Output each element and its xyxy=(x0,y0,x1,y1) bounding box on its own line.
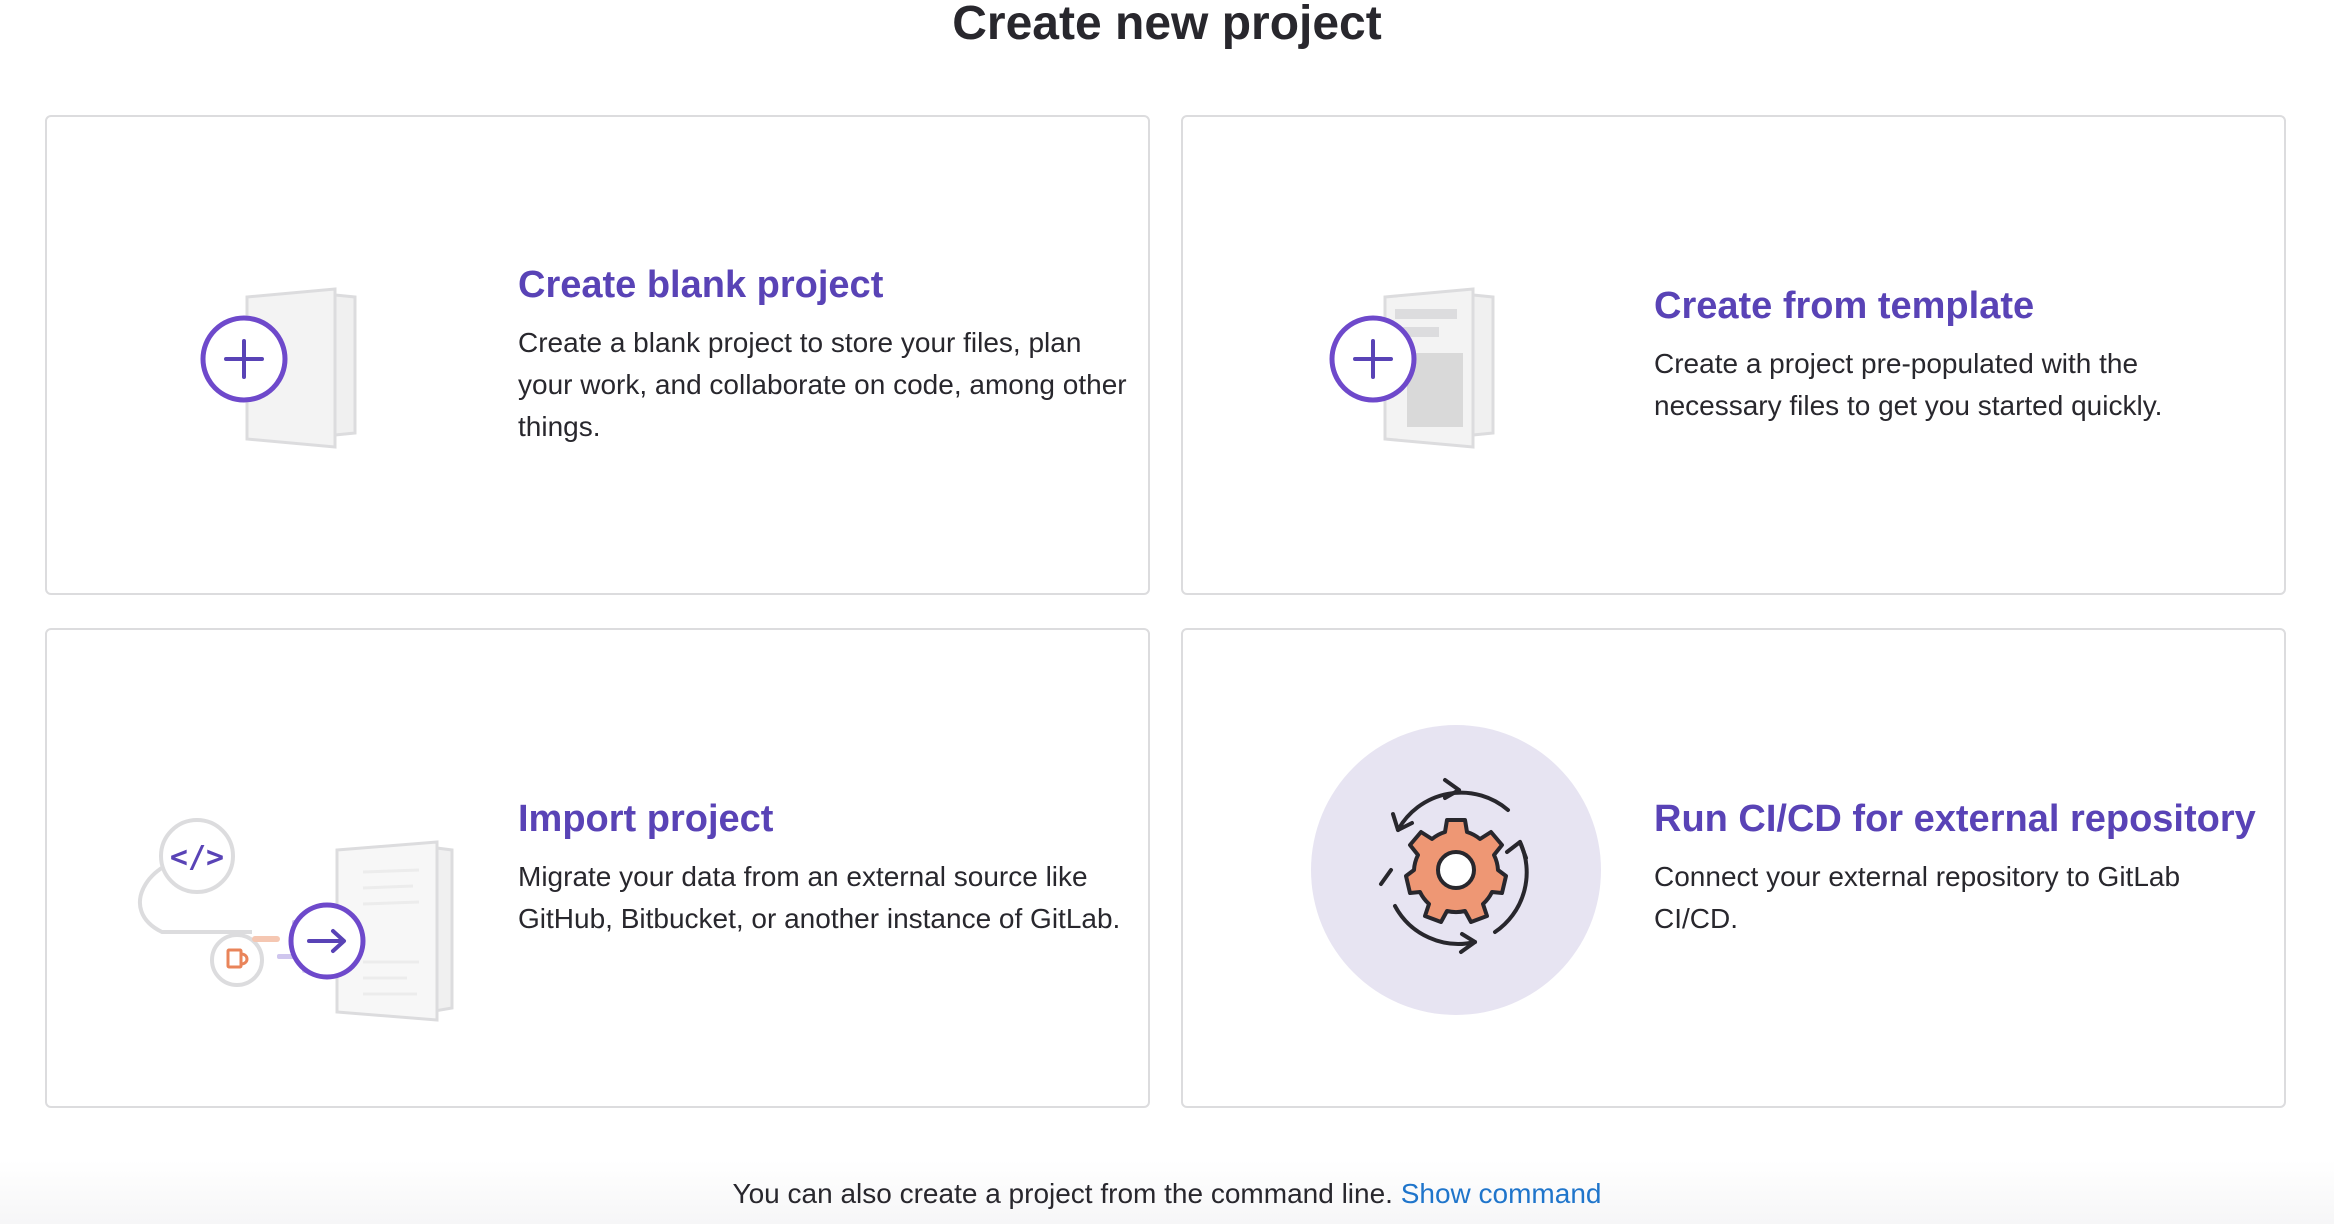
card-title: Create blank project xyxy=(518,264,884,306)
card-title: Import project xyxy=(518,798,774,840)
card-title: Create from template xyxy=(1654,285,2035,327)
show-command-link[interactable]: Show command xyxy=(1401,1178,1602,1209)
card-text: Import project Migrate your data from an… xyxy=(518,796,1128,940)
svg-text:</>: </> xyxy=(170,840,224,875)
create-blank-project-card[interactable]: Create blank project Create a blank proj… xyxy=(45,115,1150,595)
create-from-template-card[interactable]: Create from template Create a project pr… xyxy=(1181,115,2286,595)
card-description: Create a blank project to store your fil… xyxy=(518,327,1127,442)
command-line-hint-text: You can also create a project from the c… xyxy=(732,1178,1393,1209)
import-project-icon: </> xyxy=(138,818,454,1022)
page-title: Create new project xyxy=(952,0,1382,50)
command-line-hint: You can also create a project from the c… xyxy=(0,1176,2334,1212)
run-cicd-external-repo-card[interactable]: Run CI/CD for external repository Connec… xyxy=(1181,628,2286,1108)
card-description: Connect your external repository to GitL… xyxy=(1654,861,2181,934)
card-description: Create a project pre-populated with the … xyxy=(1654,348,2163,421)
card-description: Migrate your data from an external sourc… xyxy=(518,861,1121,934)
card-title: Run CI/CD for external repository xyxy=(1654,798,2256,840)
import-project-card[interactable]: </> Import project Migrate your data fro… xyxy=(45,628,1150,1108)
card-text: Create blank project Create a blank proj… xyxy=(518,262,1128,448)
blank-project-icon xyxy=(200,287,357,449)
card-text: Create from template Create a project pr… xyxy=(1654,283,2264,427)
card-text: Run CI/CD for external repository Connec… xyxy=(1654,796,2264,940)
cicd-gear-icon xyxy=(1311,725,1601,1015)
create-project-page: Create new project Create blank project … xyxy=(0,0,2334,1224)
template-project-icon xyxy=(1329,287,1495,449)
